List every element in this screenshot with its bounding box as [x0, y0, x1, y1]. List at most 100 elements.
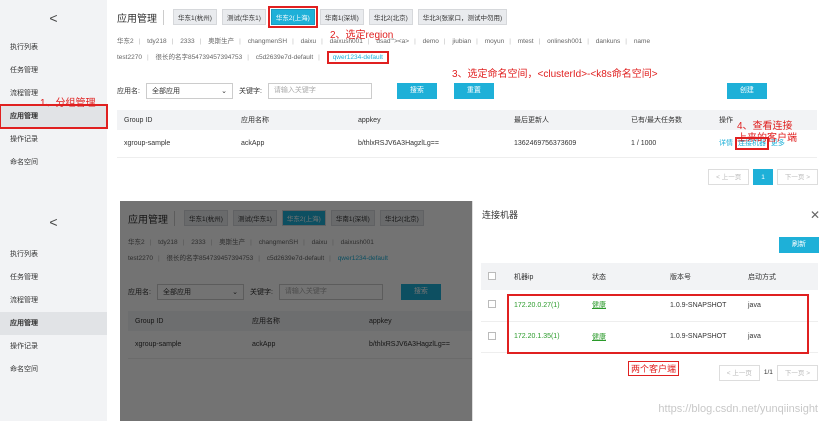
- dialog-title: 连接机器: [482, 210, 519, 220]
- namespace-item[interactable]: 奥斯生产: [219, 239, 245, 246]
- row-checkbox[interactable]: [488, 331, 496, 340]
- next-page-button[interactable]: 下一页 >: [776, 364, 818, 381]
- group-id-cell: xgroup-sample: [117, 130, 234, 158]
- refresh-button[interactable]: 刷新: [779, 237, 819, 253]
- app-select-value: 全部应用: [151, 88, 180, 95]
- col-app-name: 应用名称: [234, 110, 351, 130]
- keyword-label: 关键字:: [249, 289, 273, 296]
- page-number[interactable]: 1: [753, 168, 773, 185]
- back-icon[interactable]: <: [0, 0, 107, 36]
- namespace-item[interactable]: 很长的名字854739457394753: [155, 54, 242, 61]
- keyword-input[interactable]: 请输入关键字: [267, 83, 372, 99]
- next-page-button[interactable]: 下一页 >: [776, 168, 818, 185]
- select-all-checkbox[interactable]: [488, 271, 496, 280]
- col-updater: 最后更新人: [507, 110, 624, 130]
- namespace-item[interactable]: 华东2: [128, 239, 145, 246]
- region-tab-selected[interactable]: 华东2(上海): [267, 6, 318, 28]
- namespace-item[interactable]: 华东2: [117, 38, 134, 45]
- namespace-item[interactable]: daixu: [312, 239, 328, 246]
- col-machine-ip: 机器ip: [507, 263, 585, 290]
- namespace-item-selected[interactable]: qwer1234-default: [326, 51, 389, 64]
- namespace-item[interactable]: demo: [423, 38, 439, 45]
- sidebar: < 执行列表 任务管理 流程管理 应用管理 操作记录 命名空间: [0, 201, 107, 421]
- namespace-item[interactable]: dankuns: [596, 38, 621, 45]
- col-appkey: appkey: [362, 311, 473, 331]
- namespace-item[interactable]: changmenSH: [259, 239, 298, 246]
- region-tab[interactable]: 华北3(张家口，测试中勿用): [417, 9, 508, 25]
- namespace-list: 华东2 | tdy218 | 2333 | 奥斯生产 | changmenSH | dai…: [117, 34, 828, 66]
- namespace-item[interactable]: tdy218: [158, 239, 178, 246]
- row-select-cell: [481, 290, 507, 322]
- region-tab[interactable]: 测试(华东1): [232, 210, 277, 226]
- main-panel: 应用管理 华东1(杭州) 测试(华东1) 华东2(上海) 华南1(深圳) 华北2…: [107, 0, 828, 201]
- filter-bar: 应用名: 全部应用 ⌄ 关键字: 请输入关键字 搜索 重置 创建: [117, 80, 828, 102]
- region-tab[interactable]: 华北2(北京): [368, 9, 413, 25]
- close-icon[interactable]: ✕: [810, 208, 820, 222]
- app-select[interactable]: 全部应用 ⌄: [145, 83, 233, 99]
- sidebar-item-tasks[interactable]: 任务管理: [0, 59, 107, 82]
- create-button[interactable]: 创建: [726, 83, 767, 99]
- prev-page-button[interactable]: < 上一页: [708, 168, 750, 185]
- namespace-item[interactable]: 2333: [191, 239, 205, 246]
- sidebar-item-exec-list[interactable]: 执行列表: [0, 243, 107, 266]
- namespace-row-2: test2270 | 很长的名字854739457394753 | c5d2639e…: [128, 255, 388, 262]
- col-app-name: 应用名称: [245, 311, 362, 331]
- table-header: Group ID 应用名称 appkey 最后更新人 已有/最大任务数 操作: [117, 110, 817, 130]
- region-tab[interactable]: 华南1(深圳): [319, 9, 364, 25]
- namespace-item[interactable]: 很长的名字854739457394753: [166, 255, 253, 262]
- namespace-item[interactable]: daixu: [301, 38, 317, 45]
- namespace-item[interactable]: test2270: [117, 54, 142, 61]
- namespace-row-2: test2270 | 很长的名字854739457394753 | c5d2639e…: [117, 50, 822, 66]
- namespace-row-1: 华东2 | tdy218 | 2333 | 奥斯生产 | changmenSH | dai…: [117, 38, 651, 45]
- sidebar-item-operation-log[interactable]: 操作记录: [0, 335, 107, 358]
- tasks-cell: 1 / 1000: [624, 130, 712, 158]
- sidebar-item-namespaces[interactable]: 命名空间: [0, 358, 107, 381]
- appkey-cell: b/thlxRSJV6A3HagzlLg==: [362, 331, 473, 359]
- sidebar-item-exec-list[interactable]: 执行列表: [0, 36, 107, 59]
- annotation-step-1: 1、分组管理: [40, 98, 96, 109]
- namespace-item[interactable]: test2270: [128, 255, 153, 262]
- detail-link[interactable]: 详情: [719, 140, 733, 147]
- region-tab[interactable]: 华南1(深圳): [330, 210, 375, 226]
- watermark: https://blog.csdn.net/yunqiinsight: [658, 403, 818, 415]
- annotation-step-3: 3、选定命名空间，<clusterId>-<k8s命名空间>: [452, 69, 658, 80]
- appkey-cell: b/thlxRSJV6A3HagzlLg==: [351, 130, 507, 158]
- namespace-item[interactable]: tdy218: [147, 38, 167, 45]
- page-indicator: 1/1: [763, 368, 773, 376]
- region-tab[interactable]: 华东1(杭州): [184, 210, 228, 226]
- sidebar-item-app-management[interactable]: 应用管理: [0, 312, 107, 335]
- keyword-input[interactable]: 请输入关键字: [278, 284, 383, 300]
- sidebar-item-namespaces[interactable]: 命名空间: [0, 151, 107, 174]
- sidebar-item-operation-log[interactable]: 操作记录: [0, 128, 107, 151]
- table-header: Group ID 应用名称 appkey: [128, 311, 473, 331]
- back-icon[interactable]: <: [0, 201, 107, 243]
- region-tab[interactable]: 华东1(杭州): [173, 9, 217, 25]
- namespace-item[interactable]: 奥斯生产: [208, 38, 234, 45]
- sidebar-item-flows[interactable]: 流程管理: [0, 289, 107, 312]
- region-tab-selected[interactable]: 华东2(上海): [281, 210, 326, 226]
- app-select[interactable]: 全部应用 ⌄: [156, 284, 244, 300]
- group-id-cell: xgroup-sample: [128, 331, 245, 359]
- search-button[interactable]: 搜索: [400, 284, 441, 300]
- namespace-item-selected[interactable]: qwer1234-default: [338, 255, 388, 262]
- namespace-item[interactable]: 2333: [180, 38, 194, 45]
- table-row: xgroup-sample ackApp b/thlxRSJV6A3HagzlL…: [128, 331, 473, 359]
- sidebar-item-tasks[interactable]: 任务管理: [0, 266, 107, 289]
- namespace-item[interactable]: c5d2639e7d-default: [267, 255, 324, 262]
- namespace-item[interactable]: changmenSH: [248, 38, 287, 45]
- namespace-item[interactable]: moyun: [485, 38, 505, 45]
- namespace-item[interactable]: daixush001: [341, 239, 374, 246]
- namespace-item[interactable]: mtest: [518, 38, 534, 45]
- namespace-item[interactable]: jiubian: [452, 38, 471, 45]
- prev-page-button[interactable]: < 上一页: [718, 364, 760, 381]
- region-tab[interactable]: 测试(华东1): [221, 9, 266, 25]
- namespace-item[interactable]: onlinesh001: [547, 38, 582, 45]
- screen-connect-machines: < 执行列表 任务管理 流程管理 应用管理 操作记录 命名空间 应用管理 华东1…: [0, 201, 828, 421]
- region-tab[interactable]: 华北2(北京): [379, 210, 424, 226]
- app-table: Group ID 应用名称 appkey xgroup-sample ackAp…: [128, 311, 473, 359]
- namespace-item[interactable]: name: [634, 38, 650, 45]
- namespace-item[interactable]: c5d2639e7d-default: [256, 54, 313, 61]
- row-checkbox[interactable]: [488, 300, 496, 309]
- reset-button[interactable]: 重置: [453, 83, 494, 99]
- search-button[interactable]: 搜索: [396, 83, 437, 99]
